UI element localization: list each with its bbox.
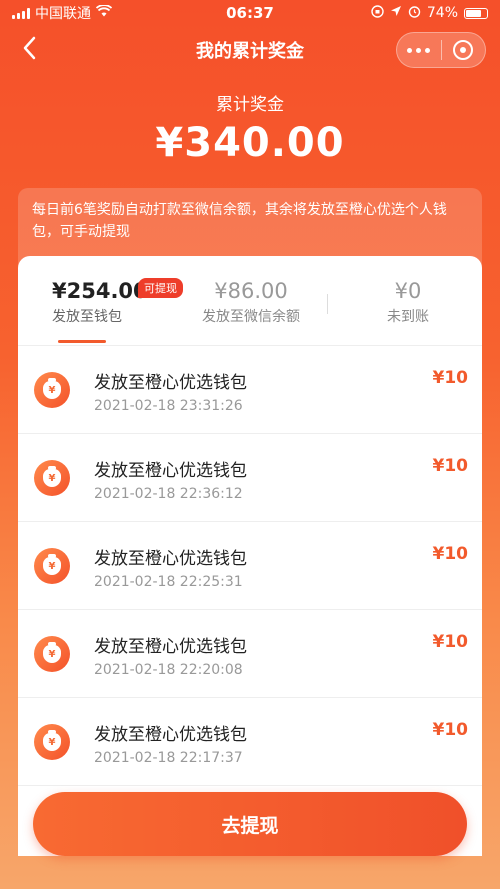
location-icon — [390, 5, 402, 21]
more-dots-icon — [407, 47, 431, 53]
tab-pending[interactable]: ¥0 未到账 — [368, 278, 448, 326]
tab-label: 未到账 — [387, 309, 429, 325]
payout-list: ¥ 发放至橙心优选钱包 2021-02-18 23:31:26 ¥10 ¥ 发放… — [18, 346, 482, 786]
item-title: 发放至橙心优选钱包 — [94, 461, 247, 481]
money-bag-icon: ¥ — [34, 724, 70, 760]
list-item[interactable]: ¥ 发放至橙心优选钱包 2021-02-18 22:25:31 ¥10 — [18, 522, 482, 610]
signal-icon — [12, 7, 30, 19]
item-title: 发放至橙心优选钱包 — [94, 725, 247, 745]
tab-label: 发放至微信余额 — [202, 309, 300, 325]
orientation-lock-icon — [371, 4, 384, 22]
nav-bar: 我的累计奖金 — [0, 28, 500, 72]
wifi-icon — [95, 4, 113, 21]
item-time: 2021-02-18 22:25:31 — [94, 574, 243, 590]
list-item[interactable]: ¥ 发放至橙心优选钱包 2021-02-18 22:17:37 ¥10 — [18, 698, 482, 786]
money-bag-icon: ¥ — [34, 548, 70, 584]
item-amount: ¥10 — [432, 632, 469, 652]
item-time: 2021-02-18 23:31:26 — [94, 398, 243, 414]
carrier-name: 中国联通 — [35, 6, 91, 22]
item-title: 发放至橙心优选钱包 — [94, 373, 247, 393]
item-title: 发放至橙心优选钱包 — [94, 637, 247, 657]
item-time: 2021-02-18 22:20:08 — [94, 662, 243, 678]
tab-divider — [327, 294, 328, 314]
tab-label: 发放至钱包 — [52, 309, 122, 325]
chevron-left-icon — [23, 36, 36, 60]
total-bonus-label: 累计奖金 — [216, 95, 284, 115]
list-item[interactable]: ¥ 发放至橙心优选钱包 2021-02-18 22:36:12 ¥10 — [18, 434, 482, 522]
bonus-tabs: ¥254.00 发放至钱包 可提现 ¥86.00 发放至微信余额 ¥0 未到账 — [18, 256, 482, 346]
list-item[interactable]: ¥ 发放至橙心优选钱包 2021-02-18 23:31:26 ¥10 — [18, 346, 482, 434]
page-title: 我的累计奖金 — [196, 41, 304, 62]
battery-icon — [464, 7, 488, 19]
battery-percent: 74% — [426, 5, 458, 21]
withdrawable-badge: 可提现 — [138, 278, 183, 298]
status-right: 74% — [371, 4, 488, 22]
money-bag-icon: ¥ — [34, 636, 70, 672]
status-left: 中国联通 — [12, 3, 113, 23]
item-time: 2021-02-18 22:17:37 — [94, 750, 243, 766]
mini-program-capsule — [396, 32, 486, 68]
money-bag-icon: ¥ — [34, 372, 70, 408]
item-amount: ¥10 — [432, 368, 469, 388]
item-time: 2021-02-18 22:36:12 — [94, 486, 243, 502]
item-amount: ¥10 — [432, 544, 469, 564]
withdraw-button[interactable]: 去提现 — [33, 792, 467, 856]
bonus-card: ¥254.00 发放至钱包 可提现 ¥86.00 发放至微信余额 ¥0 未到账 … — [18, 256, 482, 856]
item-amount: ¥10 — [432, 720, 469, 740]
active-tab-indicator — [58, 340, 106, 343]
tab-amount: ¥254.00 — [52, 279, 148, 303]
more-button[interactable] — [397, 33, 441, 67]
close-mini-program-button[interactable] — [442, 33, 486, 67]
tab-amount: ¥0 — [394, 279, 422, 303]
money-bag-icon: ¥ — [34, 460, 70, 496]
total-bonus-amount: ¥340.00 — [155, 120, 345, 166]
tab-amount: ¥86.00 — [214, 279, 288, 303]
target-icon — [453, 40, 474, 60]
tab-wechat-balance[interactable]: ¥86.00 发放至微信余额 — [186, 278, 316, 326]
item-amount: ¥10 — [432, 456, 469, 476]
status-bar: 中国联通 06:37 74% — [0, 0, 500, 26]
item-title: 发放至橙心优选钱包 — [94, 549, 247, 569]
alarm-icon — [408, 5, 421, 22]
back-button[interactable] — [22, 36, 50, 64]
tab-wallet[interactable]: ¥254.00 发放至钱包 — [52, 278, 148, 326]
list-item[interactable]: ¥ 发放至橙心优选钱包 2021-02-18 22:20:08 ¥10 — [18, 610, 482, 698]
